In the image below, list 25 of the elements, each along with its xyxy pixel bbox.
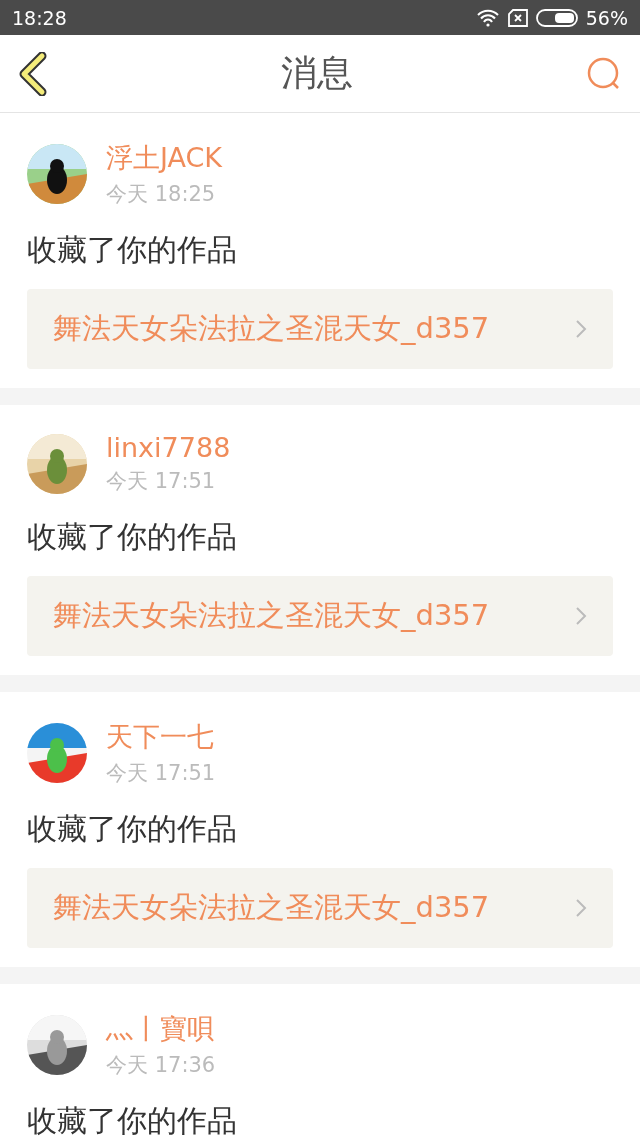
user-name[interactable]: 天下一七 bbox=[106, 719, 216, 755]
user-name[interactable]: 浮土JACK bbox=[106, 140, 223, 176]
battery-icon bbox=[535, 8, 578, 27]
battery-percentage: 56% bbox=[585, 6, 628, 29]
message-time: 今天 17:51 bbox=[106, 468, 217, 495]
work-link[interactable]: 舞法天女朵法拉之圣混天女_d357 bbox=[27, 576, 613, 656]
clock: 18:28 bbox=[12, 6, 67, 29]
chevron-right-icon bbox=[575, 318, 587, 340]
message-time: 今天 17:51 bbox=[106, 760, 216, 787]
work-link[interactable]: 舞法天女朵法拉之圣混天女_d357 bbox=[27, 289, 613, 369]
user-name[interactable]: linxi7788 bbox=[106, 432, 231, 463]
action-text: 收藏了你的作品 bbox=[27, 231, 238, 269]
work-link[interactable]: 舞法天女朵法拉之圣混天女_d357 bbox=[27, 868, 613, 948]
chevron-right-icon bbox=[575, 605, 587, 627]
action-text: 收藏了你的作品 bbox=[27, 810, 238, 848]
message-time: 今天 18:25 bbox=[106, 181, 217, 208]
chevron-right-icon bbox=[575, 897, 587, 919]
user-name[interactable]: 灬丨寶唄 bbox=[106, 1011, 216, 1047]
sim-card-icon bbox=[507, 8, 528, 27]
message-time: 今天 17:36 bbox=[106, 1052, 216, 1079]
action-text: 收藏了你的作品 bbox=[27, 518, 238, 556]
back-button[interactable] bbox=[18, 51, 48, 96]
wifi-icon bbox=[475, 8, 500, 27]
action-text: 收藏了你的作品 bbox=[27, 1102, 238, 1138]
page-title: 消息 bbox=[281, 51, 353, 95]
